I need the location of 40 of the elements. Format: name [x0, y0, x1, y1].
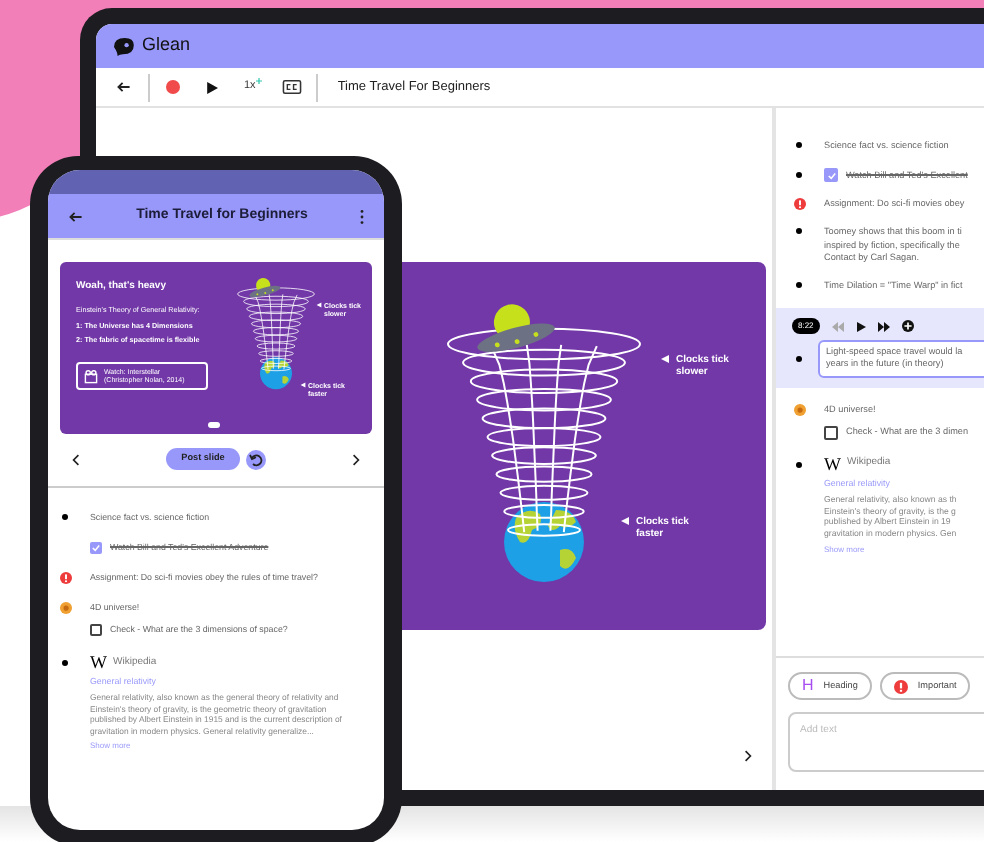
play-icon[interactable]	[206, 81, 218, 93]
checkbox[interactable]	[824, 168, 838, 183]
pointer-icon	[316, 302, 322, 308]
checkbox[interactable]	[824, 425, 838, 440]
film-icon	[84, 369, 98, 384]
pointer-icon	[660, 354, 670, 364]
bullet-icon	[796, 142, 802, 148]
add-icon[interactable]	[901, 320, 914, 333]
play-icon[interactable]	[855, 321, 866, 332]
bullet-icon	[796, 461, 802, 468]
checkbox[interactable]	[90, 623, 102, 636]
blob-icon	[793, 403, 805, 415]
chevron-right-icon[interactable]	[744, 750, 752, 762]
check-icon	[92, 543, 100, 552]
pointer-icon	[620, 516, 630, 526]
bullet-icon	[62, 514, 68, 520]
fast-forward-icon[interactable]	[877, 321, 890, 332]
chevron-left-icon[interactable]	[72, 453, 80, 465]
back-arrow-icon[interactable]	[116, 80, 132, 94]
undo-icon[interactable]	[246, 449, 267, 469]
alert-icon	[793, 198, 805, 211]
alert-icon	[59, 571, 71, 584]
record-icon[interactable]	[166, 80, 180, 94]
check-icon	[827, 171, 835, 180]
pointer-icon	[300, 382, 306, 388]
sparkle-icon	[255, 78, 262, 85]
bullet-icon	[796, 355, 802, 362]
bullet-icon	[62, 659, 68, 666]
pager-icon	[208, 422, 220, 428]
wiki-logo: W	[90, 653, 107, 672]
chevron-right-icon[interactable]	[351, 453, 360, 465]
logo-icon	[112, 37, 134, 55]
captions-icon[interactable]	[281, 80, 302, 94]
wiki-logo: W	[824, 455, 841, 474]
blob-icon	[59, 601, 71, 614]
bullet-icon	[796, 228, 802, 235]
brand-name: Glean	[142, 32, 191, 59]
alert-icon	[893, 679, 908, 693]
back-arrow-icon[interactable]	[68, 209, 84, 223]
bullet-icon	[796, 281, 802, 288]
